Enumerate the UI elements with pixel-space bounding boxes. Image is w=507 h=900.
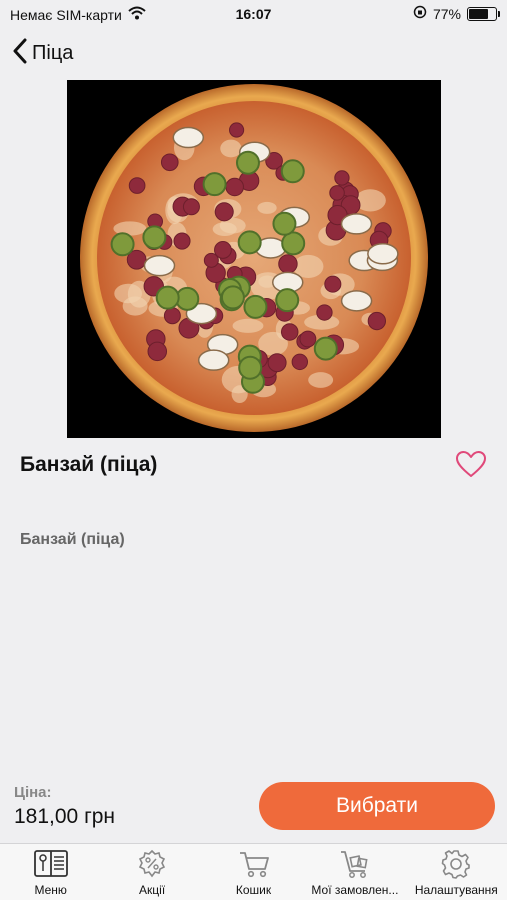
rotation-lock-icon xyxy=(413,5,427,22)
status-right: 77% xyxy=(413,5,500,22)
menu-book-icon xyxy=(33,849,69,879)
discount-icon xyxy=(137,849,167,879)
battery-icon xyxy=(467,6,500,21)
pickle xyxy=(220,285,245,310)
salami xyxy=(147,341,168,362)
pickle xyxy=(237,230,262,255)
salami xyxy=(203,252,219,268)
favorite-heart-icon[interactable] xyxy=(455,450,487,483)
tab-label: Кошик xyxy=(235,883,272,897)
mushroom xyxy=(340,213,373,235)
product-description: Банзай (піца) xyxy=(20,531,125,548)
chevron-left-icon xyxy=(12,38,28,69)
salami xyxy=(316,304,333,321)
pickle xyxy=(280,159,305,184)
salami xyxy=(278,254,298,274)
pickle xyxy=(275,288,300,313)
choose-button[interactable]: Вибрати xyxy=(259,782,495,830)
tab-label: Меню xyxy=(34,883,67,897)
tab-label: Акції xyxy=(139,883,166,897)
orders-cart-icon xyxy=(339,849,371,879)
product-title: Банзай (піца) xyxy=(20,453,158,476)
cheese xyxy=(212,222,237,236)
battery-percent: 77% xyxy=(432,5,461,22)
back-label: Піца xyxy=(32,42,74,64)
salami xyxy=(225,177,244,197)
pickle xyxy=(235,150,260,175)
pickle xyxy=(142,225,167,250)
price-label: Ціна: xyxy=(14,784,52,801)
salami xyxy=(324,275,342,293)
salami xyxy=(214,202,234,222)
pickle xyxy=(110,232,135,257)
pickle xyxy=(238,355,263,380)
pickle xyxy=(155,285,180,310)
gear-icon xyxy=(441,849,471,879)
pickle xyxy=(202,172,227,197)
status-bar: Немає SIM-карти 16:07 77% xyxy=(0,0,507,28)
salami xyxy=(334,170,350,186)
salami xyxy=(280,323,299,341)
cheese xyxy=(220,139,242,158)
salami xyxy=(299,330,317,348)
pickle xyxy=(313,336,338,361)
salami xyxy=(182,198,200,216)
salami xyxy=(128,177,146,194)
cheese xyxy=(308,372,334,388)
tab-bar: Меню Акції Кошик Мої замовлен... Налашту… xyxy=(0,843,507,900)
pizza-image xyxy=(67,80,441,438)
tab-settings[interactable]: Налаштування xyxy=(406,844,507,900)
tab-menu[interactable]: Меню xyxy=(0,844,101,900)
mushroom xyxy=(143,254,176,277)
cheese xyxy=(232,318,264,333)
tab-my-orders[interactable]: Мої замовлен... xyxy=(304,844,405,900)
salami xyxy=(367,311,387,331)
salami xyxy=(163,307,181,325)
pickle xyxy=(243,294,268,319)
battery-fill xyxy=(469,8,489,19)
tab-promotions[interactable]: Акції xyxy=(101,844,202,900)
cheese xyxy=(257,201,277,214)
pickle xyxy=(272,211,297,236)
cart-icon xyxy=(238,849,270,879)
navigation-bar: Піца xyxy=(0,30,507,74)
salami xyxy=(291,353,309,371)
mushroom xyxy=(340,290,373,312)
salami xyxy=(160,153,179,172)
salami xyxy=(329,185,345,201)
tab-cart[interactable]: Кошик xyxy=(203,844,304,900)
price-value: 181,00 грн xyxy=(14,805,116,828)
mushroom xyxy=(172,126,205,149)
salami xyxy=(229,122,245,138)
mushroom xyxy=(367,243,399,265)
product-image xyxy=(67,80,441,438)
tab-label: Налаштування xyxy=(414,883,498,897)
salami xyxy=(173,232,191,250)
salami xyxy=(267,353,287,373)
back-button[interactable]: Піца xyxy=(12,38,73,69)
tab-label: Мої замовлен... xyxy=(311,883,399,897)
mushroom xyxy=(197,349,230,371)
